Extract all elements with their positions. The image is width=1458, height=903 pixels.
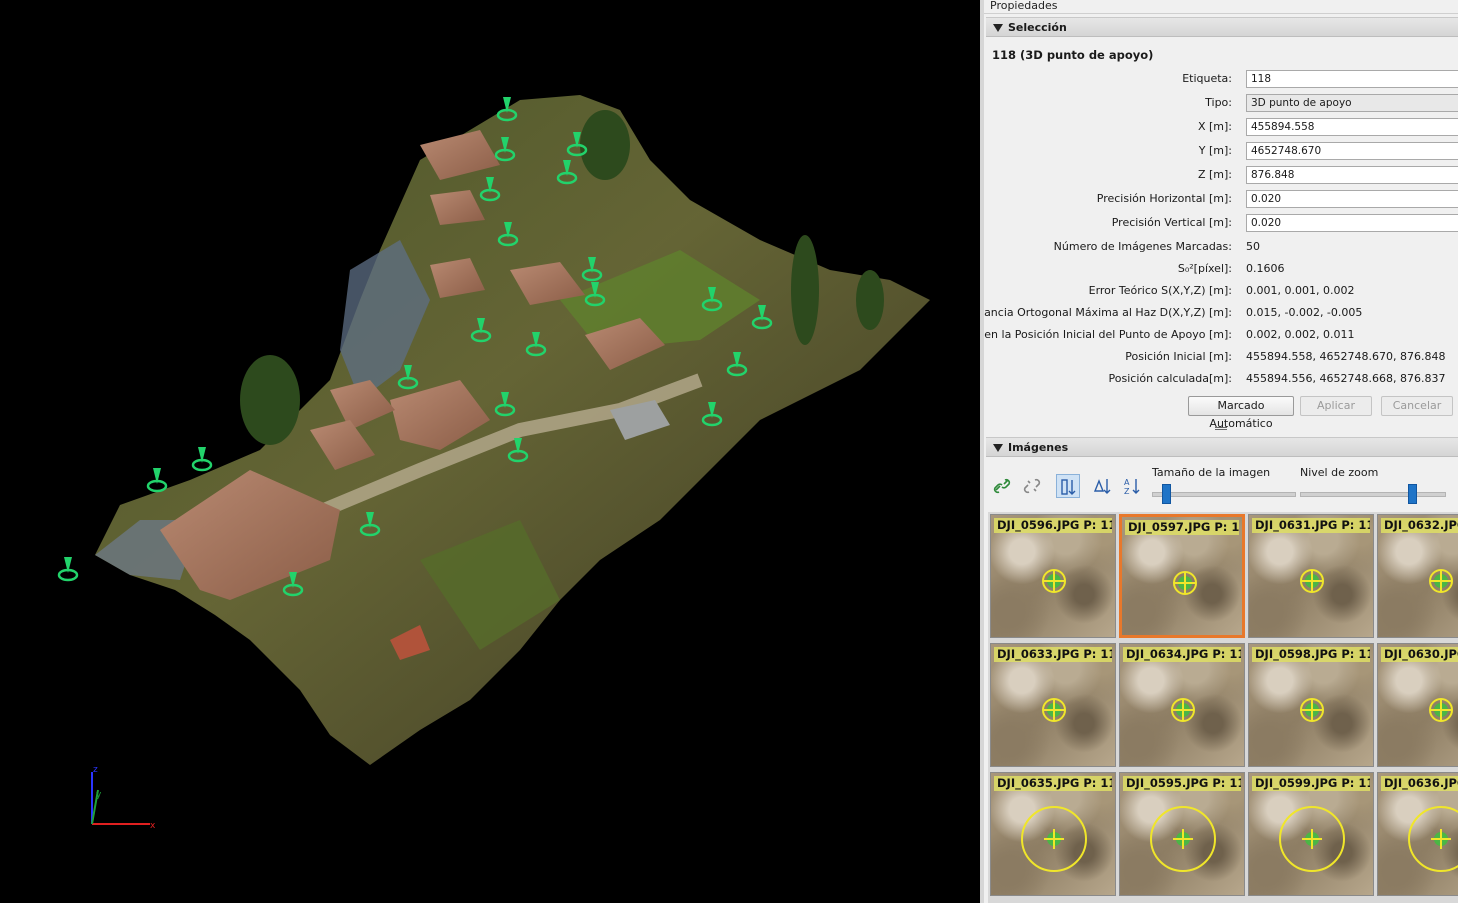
property-label: Error Teórico S(X,Y,Z) [m]: xyxy=(1088,284,1232,297)
axis-y-label: y xyxy=(96,790,102,800)
sort-by-column-icon[interactable] xyxy=(1056,474,1080,498)
property-value: 0.015, -0.002, -0.005 xyxy=(1246,306,1363,319)
image-size-slider-thumb[interactable] xyxy=(1162,484,1172,504)
target-marker-icon xyxy=(1429,569,1453,593)
property-input[interactable]: 0.020 xyxy=(1246,214,1458,232)
sort-delta-icon[interactable] xyxy=(1090,474,1114,498)
property-label: Número de Imágenes Marcadas: xyxy=(1053,240,1232,253)
image-thumbnail[interactable]: DJI_0635.JPG P: 118 xyxy=(990,772,1116,896)
panel-title: Propiedades xyxy=(984,0,1458,14)
image-thumbnail[interactable]: DJI_0632.JPG xyxy=(1377,514,1458,638)
axis-z-label: z xyxy=(93,765,98,775)
axis-x-label: x xyxy=(150,821,156,831)
unlink-images-icon[interactable] xyxy=(1020,474,1044,498)
target-marker-icon xyxy=(1429,698,1453,722)
property-input[interactable]: 0.020 xyxy=(1246,190,1458,208)
property-label: Z [m]: xyxy=(1197,168,1232,181)
property-value: 50 xyxy=(1246,240,1260,253)
image-thumbnail[interactable]: DJI_0633.JPG P: 118 xyxy=(990,643,1116,767)
collapse-triangle-icon[interactable] xyxy=(993,444,1003,452)
zoom-level-slider-track[interactable] xyxy=(1300,492,1446,497)
selection-caption: 118 (3D punto de apoyo) xyxy=(992,48,1154,62)
property-input[interactable]: 118 xyxy=(1246,70,1458,88)
panel-splitter[interactable] xyxy=(984,426,1458,431)
target-marker-icon xyxy=(1173,571,1197,595)
point-cloud-model[interactable]: x z y xyxy=(0,0,980,903)
zoom-level-slider-thumb[interactable] xyxy=(1408,484,1418,504)
property-value: 0.002, 0.002, 0.011 xyxy=(1246,328,1355,341)
image-thumbnail[interactable]: DJI_0630.JPG xyxy=(1377,643,1458,767)
splitter-grip-icon xyxy=(1215,427,1227,428)
target-marker-icon xyxy=(1300,698,1324,722)
image-thumbnail[interactable]: DJI_0599.JPG P: 118 xyxy=(1248,772,1374,896)
target-marker-icon xyxy=(1042,569,1066,593)
image-thumbnail[interactable]: DJI_0595.JPG P: 118 xyxy=(1119,772,1245,896)
3d-viewport[interactable]: x z y xyxy=(0,0,980,903)
property-label: S₀²[píxel]: xyxy=(1177,262,1232,275)
target-marker-icon xyxy=(1042,698,1066,722)
link-images-icon[interactable] xyxy=(990,474,1014,498)
target-marker-icon xyxy=(1300,569,1324,593)
image-thumbnail[interactable]: DJI_0631.JPG P: 118 xyxy=(1248,514,1374,638)
property-value: 0.1606 xyxy=(1246,262,1285,275)
svg-text:Z: Z xyxy=(1124,487,1130,496)
property-label: Posición Inicial [m]: xyxy=(1125,350,1232,363)
image-thumbnail-grid: DJI_0596.JPG P: 118DJI_0597.JPG P: 118DJ… xyxy=(988,512,1458,903)
image-thumbnail[interactable]: DJI_0598.JPG P: 118 xyxy=(1248,643,1374,767)
property-input[interactable]: 455894.558 xyxy=(1246,118,1458,136)
target-marker-icon xyxy=(1279,806,1345,872)
image-thumbnail[interactable]: DJI_0597.JPG P: 118 xyxy=(1119,514,1245,638)
target-marker-icon xyxy=(1021,806,1087,872)
collapse-triangle-icon[interactable] xyxy=(993,24,1003,32)
auto-mark-button[interactable]: Marcado Automático xyxy=(1188,396,1294,430)
properties-panel: Propiedades Selección 118 (3D punto de a… xyxy=(980,0,1458,903)
property-label: Etiqueta: xyxy=(1182,72,1232,85)
property-label: Posición calculada[m]: xyxy=(1108,372,1232,385)
property-label: Error en la Posición Inicial del Punto d… xyxy=(980,328,1232,341)
images-header-label: Imágenes xyxy=(1008,441,1069,454)
property-label: X [m]: xyxy=(1197,120,1232,133)
property-label: Tipo: xyxy=(1205,96,1232,109)
zoom-level-label: Nivel de zoom xyxy=(1300,466,1379,479)
axis-gizmo: x z y xyxy=(91,765,156,831)
target-marker-icon xyxy=(1171,698,1195,722)
svg-text:A: A xyxy=(1124,478,1130,487)
selection-section-header[interactable]: Selección xyxy=(986,17,1458,37)
property-value: 0.001, 0.001, 0.002 xyxy=(1246,284,1355,297)
property-value: 455894.558, 4652748.670, 876.848 xyxy=(1246,350,1446,363)
target-marker-icon xyxy=(1150,806,1216,872)
image-thumbnail[interactable]: DJI_0636.JPG xyxy=(1377,772,1458,896)
image-thumbnail[interactable]: DJI_0596.JPG P: 118 xyxy=(990,514,1116,638)
gcp-marker-icon[interactable] xyxy=(146,468,168,493)
image-size-label: Tamaño de la imagen xyxy=(1152,466,1271,479)
property-label: Precisión Horizontal [m]: xyxy=(1096,192,1232,205)
property-label: Precisión Vertical [m]: xyxy=(1111,216,1232,229)
cancel-button[interactable]: Cancelar xyxy=(1381,396,1453,416)
type-field[interactable]: 3D punto de apoyo xyxy=(1246,94,1458,112)
gcp-marker-icon[interactable] xyxy=(191,447,213,472)
selection-header-label: Selección xyxy=(1008,21,1067,34)
images-section-header[interactable]: Imágenes xyxy=(986,437,1458,457)
property-label: Distancia Ortogonal Máxima al Haz D(X,Y,… xyxy=(980,306,1232,319)
apply-button[interactable]: Aplicar xyxy=(1300,396,1372,416)
gcp-marker-icon[interactable] xyxy=(57,557,79,582)
property-label: Y [m]: xyxy=(1198,144,1232,157)
image-thumbnail[interactable]: DJI_0634.JPG P: 118 xyxy=(1119,643,1245,767)
target-marker-icon xyxy=(1408,806,1458,872)
property-input[interactable]: 876.848 xyxy=(1246,166,1458,184)
property-input[interactable]: 4652748.670 xyxy=(1246,142,1458,160)
property-value: 455894.556, 4652748.668, 876.837 xyxy=(1246,372,1446,385)
image-size-slider-track[interactable] xyxy=(1152,492,1296,497)
sort-alphabetical-icon[interactable]: AZ xyxy=(1120,474,1144,498)
